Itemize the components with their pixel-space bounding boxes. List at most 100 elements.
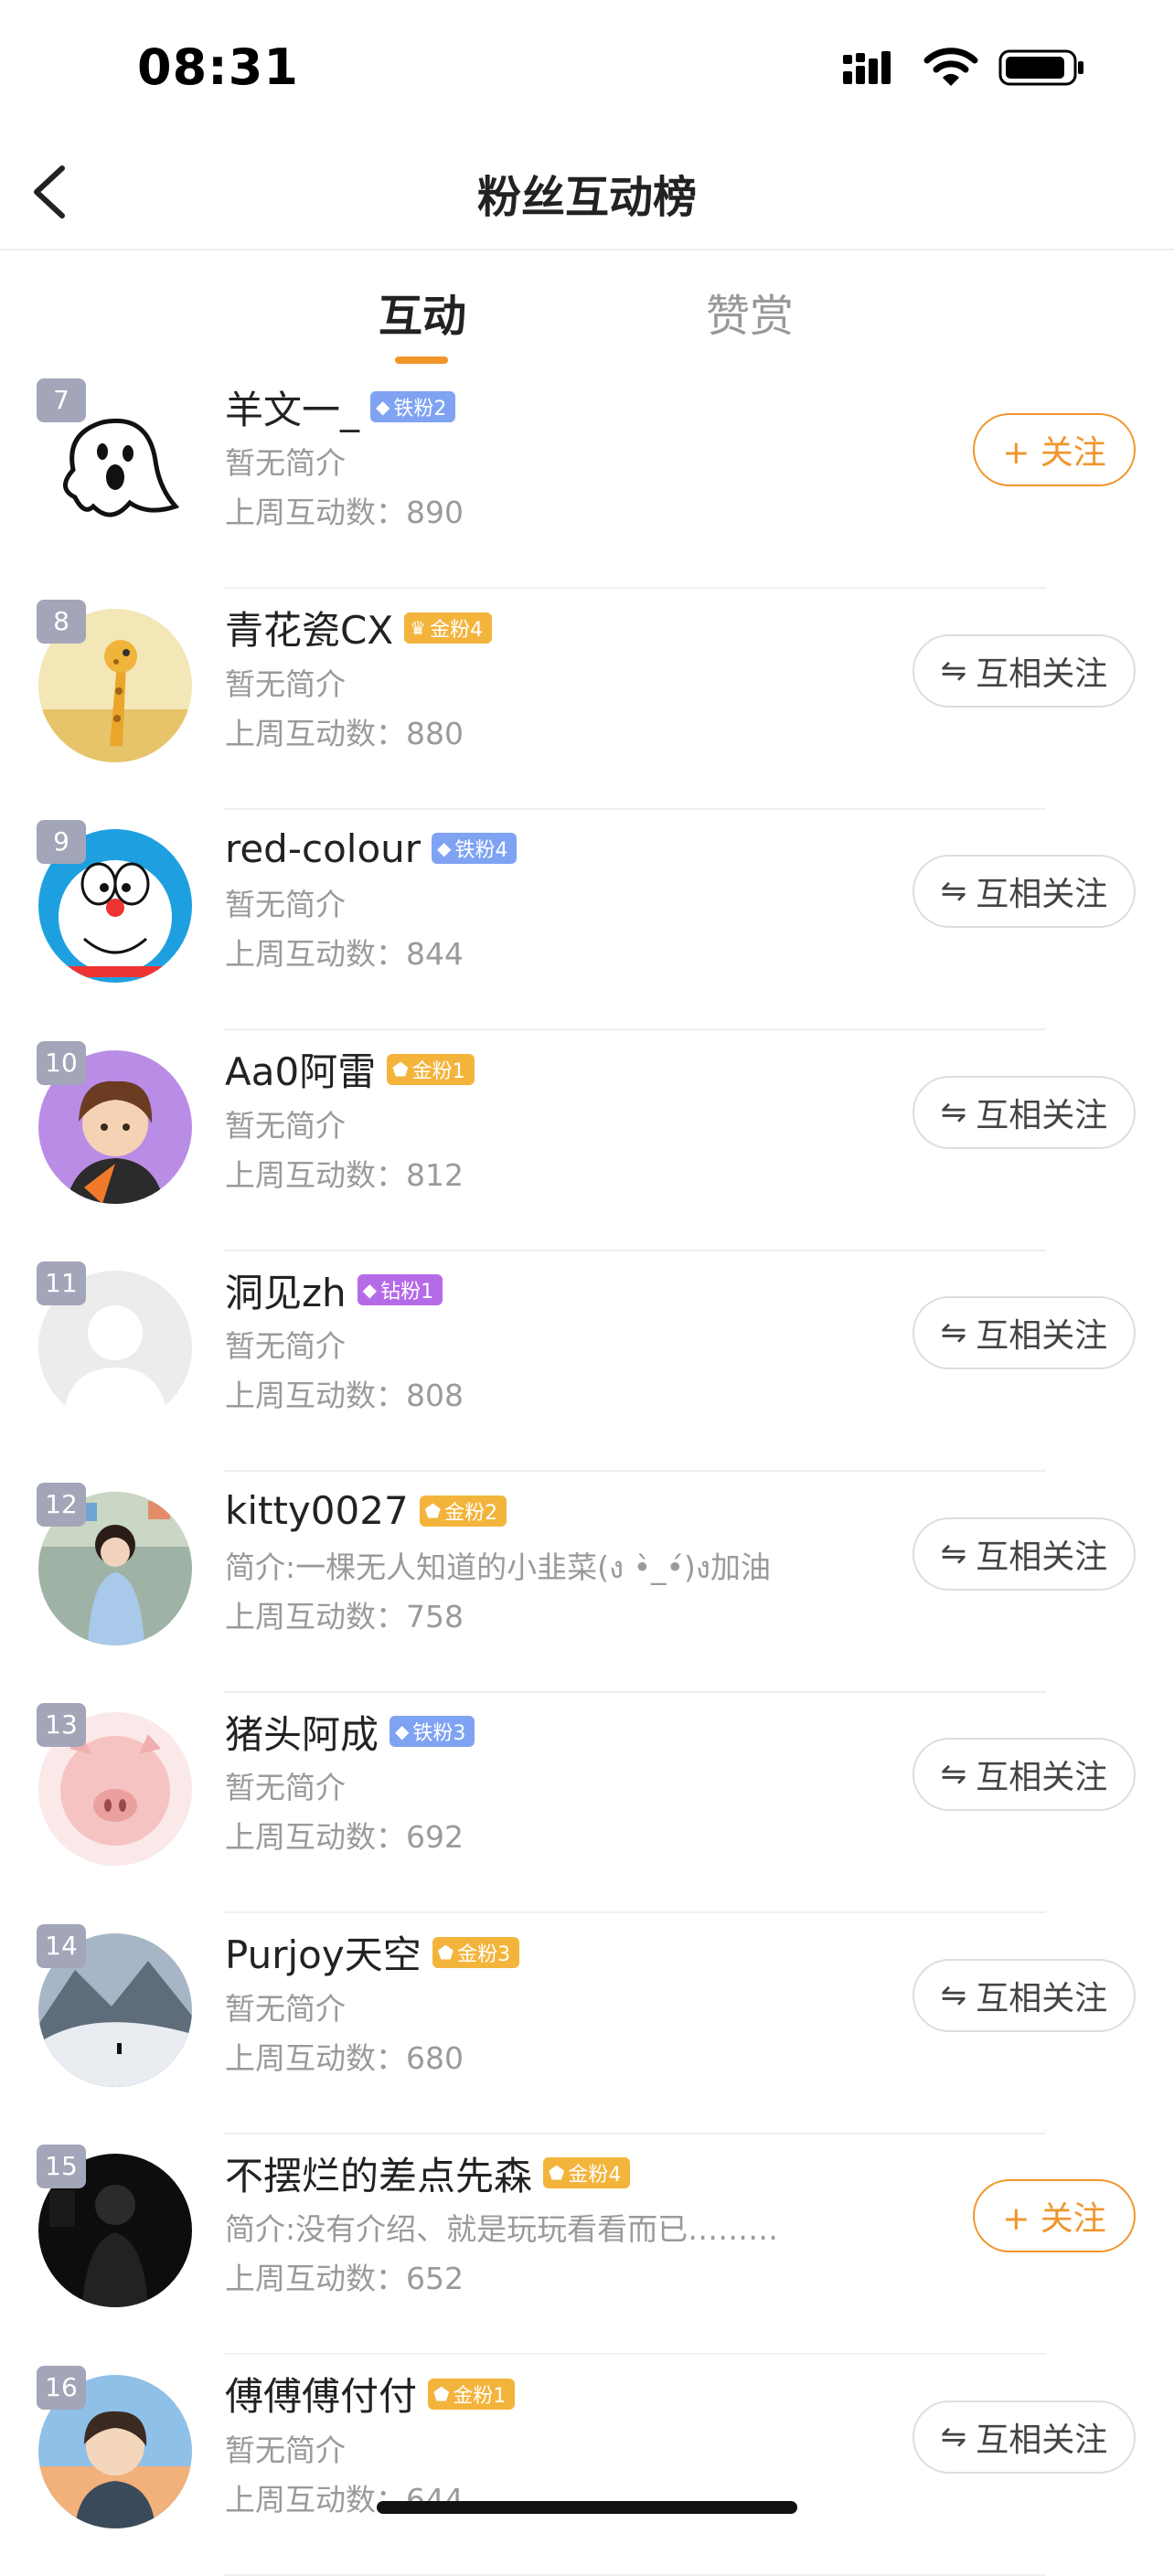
weekly-interaction-count: 上周互动数：680: [225, 2039, 464, 2076]
fan-level-badge: ♛ 金粉4: [404, 612, 493, 644]
name-line: 猪头阿成 ◆ 铁粉3: [225, 1699, 475, 1763]
fan-level-badge: ⬟ 金粉4: [543, 2157, 631, 2188]
mutual-follow-button[interactable]: ⇋ 互相关注: [913, 1296, 1136, 1369]
badge-label: 金粉1: [453, 2384, 507, 2408]
row-divider: [224, 1911, 1046, 1913]
rank-badge: 10: [37, 1040, 86, 1085]
fan-name[interactable]: 傅傅傅付付: [225, 2366, 417, 2422]
fan-bio: 简介:没有介绍、就是玩玩看看而已………: [225, 2211, 779, 2247]
fan-row[interactable]: 8 青花瓷CX ♛ 金粉4 暂无简介 上周互动数：880 ⇋ 互相关注: [0, 591, 1174, 810]
mutual-follow-button[interactable]: ⇋ 互相关注: [913, 2400, 1136, 2474]
badge-label: 金粉2: [444, 1501, 498, 1525]
diamond-icon: ◆: [362, 1279, 378, 1301]
pentagon-icon: ⬟: [424, 1499, 442, 1522]
fan-level-badge: ⬟ 金粉1: [428, 2378, 516, 2410]
fan-bio: 暂无简介: [225, 887, 346, 922]
follow-button[interactable]: + 关注: [973, 2179, 1136, 2252]
weekly-interaction-count: 上周互动数：812: [225, 1156, 464, 1193]
rank-badge: 15: [37, 2145, 86, 2188]
fan-name[interactable]: red-colour: [225, 826, 421, 871]
fan-name[interactable]: 羊文一_: [225, 379, 359, 435]
weekly-interaction-count: 上周互动数：652: [225, 2261, 464, 2296]
fan-bio: 暂无简介: [225, 1107, 346, 1144]
fan-row[interactable]: 11 洞见zh ◆ 钻粉1 暂无简介 上周互动数：808 ⇋ 互相关注: [0, 1252, 1174, 1472]
row-divider: [224, 807, 1046, 810]
rank-badge: 14: [37, 1923, 86, 1968]
fan-bio: 暂无简介: [225, 1990, 346, 2027]
fan-level-badge: ⬟ 金粉3: [432, 1936, 520, 1968]
mutual-follow-button[interactable]: ⇋ 互相关注: [913, 1958, 1136, 2032]
fan-name[interactable]: kitty0027: [225, 1488, 409, 1533]
fan-bio: 简介:一棵无人知道的小韭菜(ง •̀_•́)ง加油: [225, 1549, 772, 1585]
active-tab-indicator: [395, 357, 448, 364]
name-line: Purjoy天空 ⬟ 金粉3: [225, 1921, 520, 1985]
mutual-follow-button[interactable]: ⇋ 互相关注: [913, 1517, 1136, 1591]
status-time: 08:31: [137, 38, 299, 96]
button-label: 互相关注: [976, 1317, 1108, 1355]
row-divider: [224, 1690, 1046, 1693]
button-label: 互相关注: [976, 1759, 1108, 1796]
fan-row[interactable]: 15 不摆烂的差点先森 ⬟ 金粉4 简介:没有介绍、就是玩玩看看而已……… 上周互动数：6…: [0, 2135, 1174, 2355]
wifi-icon: [923, 48, 978, 86]
mutual-follow-button[interactable]: ⇋ 互相关注: [913, 1738, 1136, 1811]
fan-row[interactable]: 7 羊文一_ ◆ 铁粉2 暂无简介上周互动数：890 + 关注: [0, 369, 1174, 589]
fan-name[interactable]: 洞见zh: [225, 1262, 347, 1318]
badge-label: 金粉1: [411, 1059, 465, 1083]
fan-name[interactable]: 不摆烂的差点先森: [225, 2145, 532, 2201]
row-divider: [224, 2573, 1046, 2576]
fan-bio: 暂无简介: [225, 1328, 346, 1364]
name-line: 羊文一_ ◆ 铁粉2: [225, 375, 456, 439]
mutual-follow-button[interactable]: ⇋ 互相关注: [913, 633, 1136, 708]
button-label: 互相关注: [976, 2421, 1108, 2459]
weekly-interaction-count: 上周互动数：890: [225, 495, 464, 530]
weekly-interaction-count: 上周互动数：880: [225, 715, 464, 751]
fan-row[interactable]: 9 red-colour ◆ 铁粉4 暂无简介 上周互动数：844 ⇋ 互相关注: [0, 811, 1174, 1030]
fan-name[interactable]: 青花瓷CX: [225, 600, 393, 655]
badge-label: 金粉4: [568, 2164, 622, 2187]
pentagon-icon: ⬟: [433, 2382, 450, 2405]
tab-interaction[interactable]: 互动: [379, 280, 466, 344]
button-label: 互相关注: [976, 1979, 1108, 2017]
tab-reward[interactable]: 赞赏: [706, 280, 794, 344]
swap-arrows-icon: ⇋: [940, 2418, 967, 2455]
swap-arrows-icon: ⇋: [940, 1093, 967, 1131]
swap-arrows-icon: ⇋: [940, 1756, 967, 1793]
fan-level-badge: ◆ 铁粉2: [370, 391, 456, 422]
fan-row[interactable]: 14 Purjoy天空 ⬟ 金粉3 暂无简介上周互动数：680 ⇋ 互相关注: [0, 1915, 1174, 2134]
pentagon-icon: ⬟: [392, 1058, 409, 1080]
row-divider: [224, 1470, 1046, 1472]
fan-bio: 暂无简介: [225, 2432, 346, 2468]
crown-icon: ♛: [410, 616, 427, 639]
mutual-follow-button[interactable]: ⇋ 互相关注: [913, 855, 1136, 928]
fan-row[interactable]: 16 傅傅傅付付 ⬟ 金粉1 暂无简介 上周互动数：644 ⇋ 互相关注: [0, 2357, 1174, 2576]
name-line: 青花瓷CX ♛ 金粉4: [225, 596, 493, 660]
fan-bio: 暂无简介: [225, 445, 346, 481]
row-divider: [224, 1249, 1046, 1251]
rank-badge: 13: [37, 1703, 86, 1747]
badge-label: 铁粉4: [454, 839, 508, 862]
button-label: 互相关注: [976, 876, 1108, 913]
swap-arrows-icon: ⇋: [940, 652, 967, 689]
fan-row[interactable]: 10 Aa0阿雷 ⬟ 金粉1 暂无简介上周互动数：812 ⇋ 互相关注: [0, 1032, 1174, 1251]
name-line: 傅傅傅付付 ⬟ 金粉1: [225, 2362, 516, 2426]
fan-name[interactable]: 猪头阿成: [225, 1704, 379, 1760]
name-line: Aa0阿雷 ⬟ 金粉1: [225, 1038, 475, 1102]
diamond-icon: ◆: [437, 837, 452, 859]
cellular-signal-icon: [843, 51, 891, 84]
button-label: 互相关注: [976, 655, 1108, 693]
rank-badge: 7: [37, 378, 86, 422]
badge-label: 钻粉1: [380, 1281, 434, 1304]
diamond-icon: ◆: [395, 1720, 410, 1742]
swap-arrows-icon: ⇋: [940, 1976, 967, 2014]
swap-arrows-icon: ⇋: [940, 873, 967, 910]
fan-row[interactable]: 13 猪头阿成 ◆ 铁粉3 暂无简介 上周互动数：692 ⇋ 互相关注: [0, 1694, 1174, 1913]
follow-button[interactable]: + 关注: [973, 413, 1136, 486]
battery-icon: [998, 49, 1083, 86]
fan-name[interactable]: Aa0阿雷: [225, 1041, 376, 1097]
rank-badge: 8: [37, 599, 86, 644]
fan-name[interactable]: Purjoy天空: [225, 1924, 422, 1980]
fan-row[interactable]: 12 kitty0027 ⬟ 金粉2 简介:一棵无人知道的小韭菜(ง •̀_•́)ง加油…: [0, 1474, 1174, 1693]
weekly-interaction-count: 上周互动数：692: [225, 1819, 464, 1855]
mutual-follow-button[interactable]: ⇋ 互相关注: [913, 1075, 1136, 1149]
home-indicator: [377, 2501, 797, 2514]
